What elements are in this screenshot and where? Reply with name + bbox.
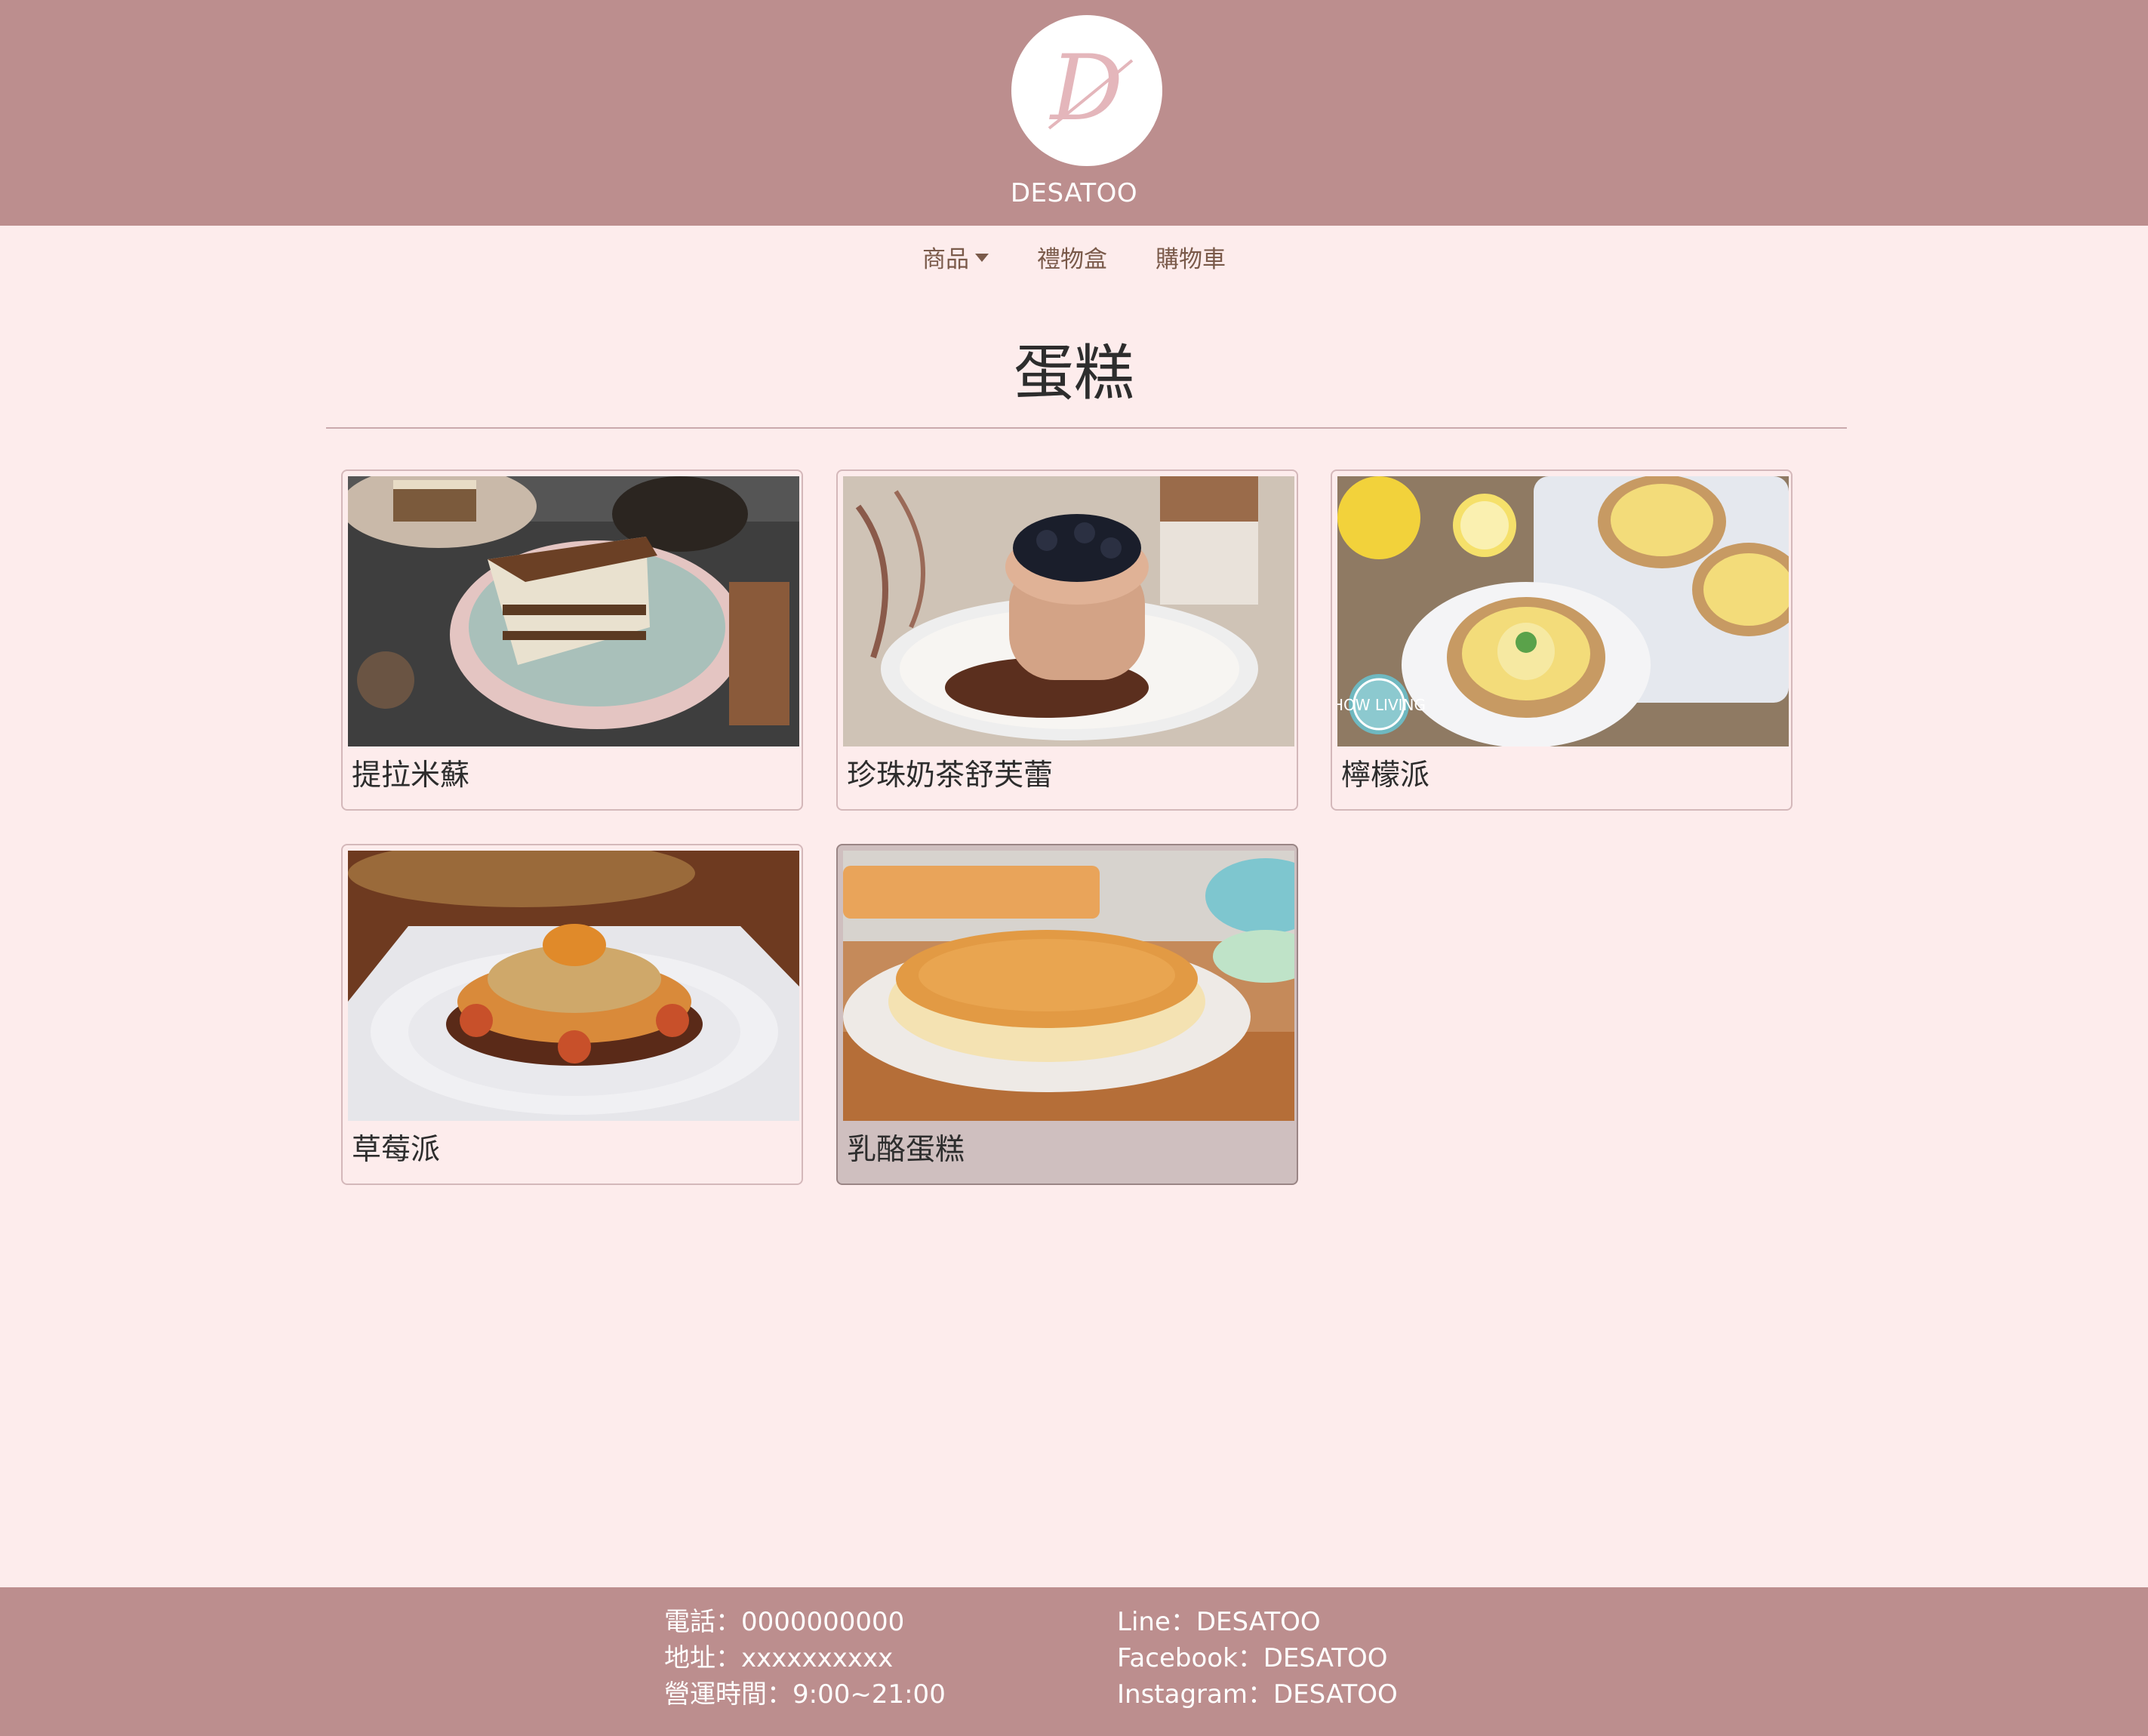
site-header: D DESATOO [0,0,2148,226]
title-divider [326,427,1847,429]
nav-item-label: 商品 [922,245,969,273]
product-card-boba-souffle[interactable]: 珍珠奶茶舒芙蕾 [836,469,1298,811]
footer-phone: 電話：0000000000 [664,1607,905,1637]
footer-address: 地址：xxxxxxxxxx [664,1643,894,1673]
product-card-strawberry-pie[interactable]: 草莓派 [341,844,803,1185]
product-name: 提拉米蘇 [352,759,470,793]
nav-item-products[interactable]: 商品 [922,240,989,274]
footer-contact-left: 電話：0000000000 地址：xxxxxxxxxx 營運時間：9:00~21… [664,1604,946,1713]
svg-text:D: D [1049,36,1123,141]
footer-contact-right: Line：DESATOO Facebook：DESATOO Instagram：… [1117,1604,1398,1713]
site-footer: 電話：0000000000 地址：xxxxxxxxxx 營運時間：9:00~21… [0,1587,2148,1736]
boba-souffle-image [843,476,1294,746]
nav-item-cart[interactable]: 購物車 [1156,240,1226,274]
caret-down-icon [975,253,989,262]
product-card-lemon-tart[interactable]: HOW LIVING 檸檬派 [1331,469,1793,811]
product-name: 乳酪蛋糕 [847,1133,965,1167]
main-nav: 商品 禮物盒 購物車 [0,234,2148,279]
footer-line[interactable]: Line：DESATOO [1117,1604,1398,1640]
page-title: 蛋糕 [1014,338,1134,408]
product-name: 草莓派 [352,1133,441,1167]
product-card-cheesecake[interactable]: 乳酪蛋糕 [836,844,1298,1185]
brand-name: DESATOO [1010,178,1138,208]
strawberry-pie-image [348,851,799,1121]
logo-d-icon: D [1048,36,1134,141]
product-name: 檸檬派 [1341,759,1430,793]
footer-hours: 營運時間：9:00~21:00 [664,1679,946,1710]
product-name: 珍珠奶茶舒芙蕾 [847,759,1054,793]
product-card-tiramisu[interactable]: 提拉米蘇 [341,469,803,811]
cheesecake-image [843,851,1294,1121]
brand-logo[interactable]: D [1011,15,1162,166]
nav-item-label: 禮物盒 [1037,245,1107,273]
footer-instagram[interactable]: Instagram：DESATOO [1117,1676,1398,1713]
nav-item-gift-box[interactable]: 禮物盒 [1037,240,1107,274]
lemon-tart-image: HOW LIVING [1337,476,1789,746]
tiramisu-image [348,476,799,746]
svg-text:HOW LIVING: HOW LIVING [1337,696,1426,714]
nav-item-label: 購物車 [1156,245,1226,273]
footer-facebook[interactable]: Facebook：DESATOO [1117,1640,1398,1676]
